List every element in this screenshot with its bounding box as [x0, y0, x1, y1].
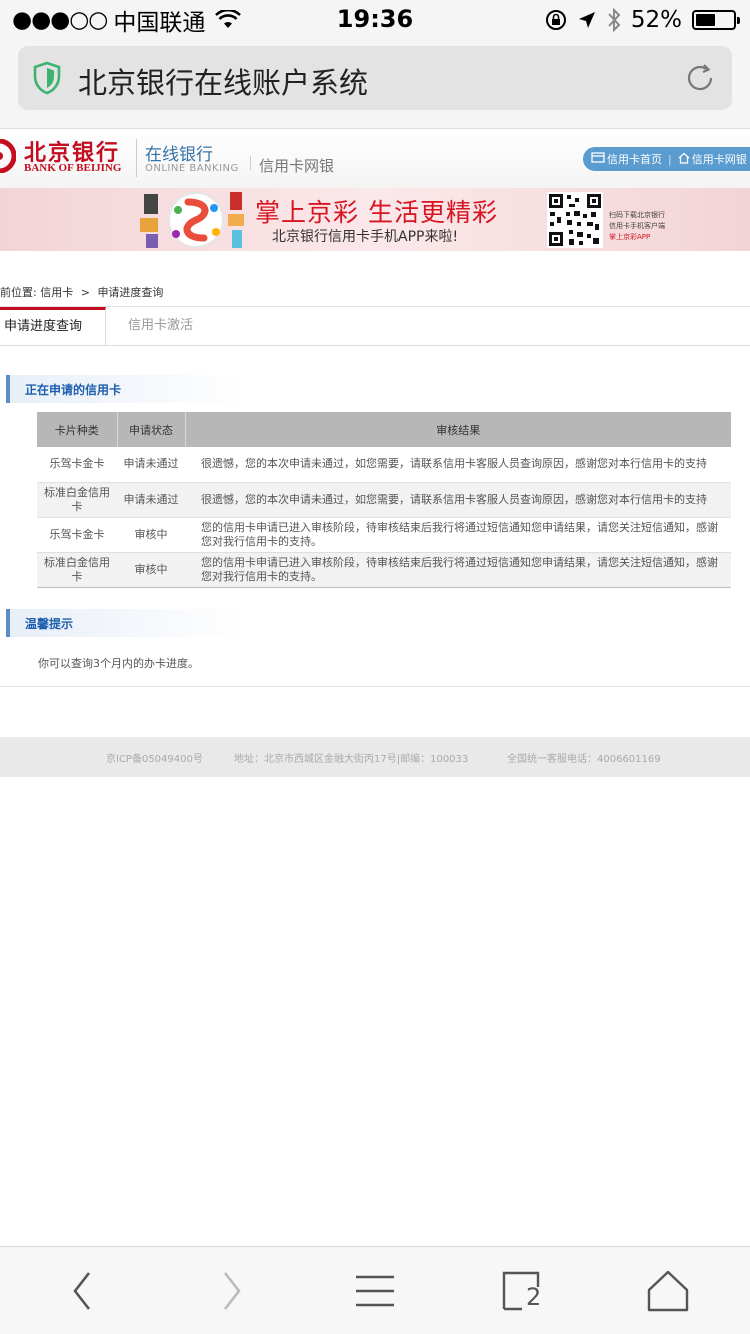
- application-table: 卡片种类 申请状态 审核结果 乐驾卡金卡 申请未通过 很遗憾，您的本次申请未通过…: [37, 412, 731, 588]
- table-row: 标准白金信用卡 审核中 您的信用卡申请已进入审核阶段，待审核结束后我行将通过短信…: [37, 552, 731, 588]
- credit-card-banking-title: 信用卡网银: [259, 157, 335, 175]
- location-arrow-icon: [578, 12, 595, 28]
- footer-icp: 京ICP备05049400号: [106, 754, 203, 765]
- breadcrumb-separator: >: [80, 286, 90, 299]
- card-type-cell: 乐驾卡金卡: [37, 517, 117, 553]
- table-header-row: 卡片种类 申请状态 审核结果: [37, 412, 731, 447]
- breadcrumb: 前位置: 信用卡 > 申请进度查询: [0, 284, 163, 300]
- nav-credit-card-banking[interactable]: 信用卡网银: [692, 151, 747, 167]
- status-cell: 申请未通过: [117, 447, 185, 483]
- battery-icon: [692, 10, 740, 30]
- back-icon[interactable]: [61, 1269, 105, 1313]
- card-type-cell: 标准白金信用卡: [37, 552, 117, 588]
- card-type-cell: 标准白金信用卡: [37, 482, 117, 518]
- promo-banner[interactable]: 掌上京彩 生活更精彩 北京银行信用卡手机APP来啦! 扫码下载北京银行 信用卡手…: [0, 188, 750, 251]
- forward-icon[interactable]: [209, 1269, 253, 1313]
- page-title: 北京银行在线账户系统: [78, 66, 369, 100]
- column-header-status: 申请状态: [116, 412, 185, 447]
- tabs-button[interactable]: 2: [500, 1269, 544, 1313]
- browser-address-area: 北京银行在线账户系统: [0, 40, 750, 128]
- browser-toolbar: 2: [0, 1246, 750, 1334]
- tab-bar: 申请进度查询 信用卡激活: [0, 307, 750, 346]
- online-banking-english: ONLINE BANKING: [145, 163, 239, 174]
- result-cell: 您的信用卡申请已进入审核阶段，待审核结束后我行将通过短信通知您申请结果，请您关注…: [185, 552, 731, 588]
- qr-code-icon: [547, 192, 603, 248]
- breadcrumb-item-credit-card[interactable]: 信用卡: [40, 286, 73, 299]
- column-header-result: 审核结果: [184, 412, 731, 447]
- menu-icon[interactable]: [353, 1269, 397, 1313]
- status-bar: ●●●○○ 中国联通 19:36 52%: [0, 0, 750, 40]
- banner-subline: 北京银行信用卡手机APP来啦!: [272, 229, 459, 245]
- rotation-lock-icon: [545, 10, 566, 30]
- battery-level-fill: [696, 14, 715, 26]
- nav-separator: |: [668, 152, 672, 166]
- header-divider: [250, 156, 251, 170]
- section-heading-applying: 正在申请的信用卡: [6, 375, 246, 403]
- bank-logo-english: BANK OF BEIJING: [24, 162, 122, 174]
- breadcrumb-prefix: 前位置:: [0, 286, 37, 299]
- result-cell: 很遗憾，您的本次申请未通过，如您需要，请联系信用卡客服人员查询原因，感谢您对本行…: [185, 482, 731, 518]
- footer-address: 地址：北京市西城区金融大街丙17号|邮编：100033: [234, 754, 469, 765]
- app-promo-illustration: [140, 192, 244, 248]
- bank-header: 北京银行 BANK OF BEIJING 在线银行 ONLINE BANKING…: [0, 128, 750, 188]
- status-cell: 申请未通过: [117, 482, 185, 518]
- table-row: 乐驾卡金卡 申请未通过 很遗憾，您的本次申请未通过，如您需要，请联系信用卡客服人…: [37, 447, 731, 483]
- bluetooth-icon: [608, 8, 621, 32]
- bank-logo-icon: [0, 139, 16, 173]
- table-row: 标准白金信用卡 申请未通过 很遗憾，您的本次申请未通过，如您需要，请联系信用卡客…: [37, 482, 731, 518]
- tip-text: 你可以查询3个月内的办卡进度。: [38, 657, 199, 670]
- top-nav: 信用卡首页 | 信用卡网银: [583, 147, 750, 171]
- address-bar[interactable]: 北京银行在线账户系统: [18, 46, 732, 110]
- table-row: 乐驾卡金卡 审核中 您的信用卡申请已进入审核阶段，待审核结束后我行将通过短信通知…: [37, 517, 731, 553]
- online-banking-title: 在线银行: [145, 145, 213, 165]
- page-footer: 京ICP备05049400号 地址：北京市西城区金融大街丙17号|邮编：1000…: [0, 737, 750, 777]
- home-icon[interactable]: [646, 1269, 690, 1313]
- section-heading-tips: 温馨提示: [6, 609, 246, 637]
- result-cell: 您的信用卡申请已进入审核阶段，待审核结束后我行将通过短信通知您申请结果，请您关注…: [185, 517, 731, 553]
- header-divider: [136, 139, 137, 177]
- result-cell: 很遗憾，您的本次申请未通过，如您需要，请联系信用卡客服人员查询原因，感谢您对本行…: [185, 447, 731, 483]
- tab-count: 2: [526, 1283, 542, 1311]
- card-icon: [591, 152, 605, 166]
- footer-hotline: 全国统一客服电话：4006601169: [507, 754, 661, 765]
- breadcrumb-item-current: 申请进度查询: [97, 286, 164, 299]
- home-icon: [678, 152, 690, 167]
- battery-percent: 52%: [630, 7, 682, 33]
- tab-card-activation[interactable]: 信用卡激活: [128, 307, 193, 345]
- column-header-card-type: 卡片种类: [37, 412, 117, 447]
- card-type-cell: 乐驾卡金卡: [37, 447, 117, 483]
- status-cell: 审核中: [117, 517, 185, 553]
- reload-icon[interactable]: [684, 62, 716, 94]
- banner-headline: 掌上京彩 生活更精彩: [255, 198, 498, 227]
- nav-credit-card-home[interactable]: 信用卡首页: [607, 151, 662, 167]
- secure-shield-icon: [33, 61, 61, 95]
- qr-caption: 扫码下载北京银行 信用卡手机客户端 掌上京彩APP: [609, 211, 665, 241]
- status-cell: 审核中: [117, 552, 185, 588]
- tab-application-progress[interactable]: 申请进度查询: [0, 307, 106, 345]
- divider: [0, 686, 750, 687]
